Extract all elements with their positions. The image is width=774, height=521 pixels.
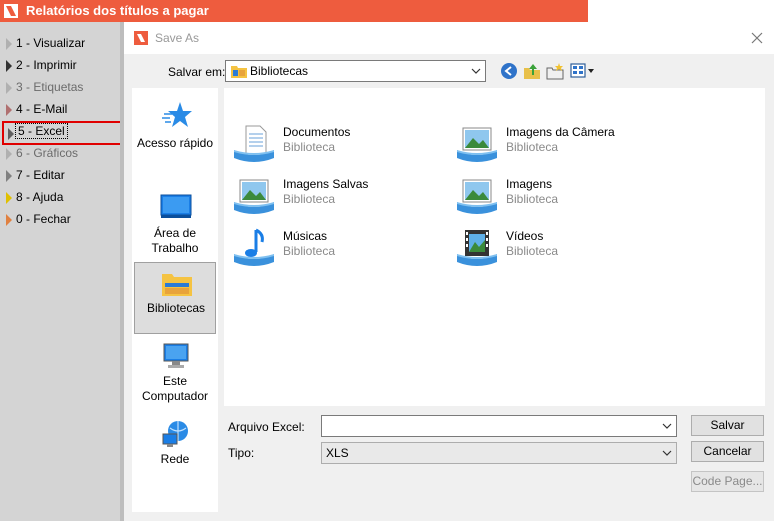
documents-icon bbox=[234, 125, 274, 162]
app-sidebar: 1 - Visualizar 2 - Imprimir 3 - Etiqueta… bbox=[0, 22, 124, 521]
save-as-dialog: Save As Salvar em: Bibliotecas Acesso rá… bbox=[124, 22, 774, 521]
menu-item-email[interactable]: 4 - E-Mail bbox=[6, 100, 120, 120]
saved-pictures-icon bbox=[234, 179, 274, 214]
place-this-pc[interactable]: Este Computador bbox=[134, 338, 216, 410]
triangle-icon bbox=[6, 82, 12, 94]
menu-item-fechar[interactable]: 0 - Fechar bbox=[6, 210, 120, 230]
dialog-logo-icon bbox=[134, 31, 148, 45]
close-button[interactable] bbox=[746, 28, 768, 48]
triangle-icon bbox=[8, 128, 14, 140]
computer-icon bbox=[163, 343, 189, 368]
type-dropdown[interactable]: XLS bbox=[321, 442, 677, 464]
music-icon bbox=[234, 228, 274, 266]
list-item-imagens[interactable]: Imagens Biblioteca bbox=[447, 172, 667, 216]
chevron-down-icon bbox=[662, 423, 672, 429]
menu-item-graficos[interactable]: 6 - Gráficos bbox=[6, 144, 120, 164]
cancel-button[interactable]: Cancelar bbox=[691, 441, 764, 462]
place-libraries[interactable]: Bibliotecas bbox=[134, 262, 216, 334]
triangle-icon bbox=[6, 170, 12, 182]
type-value: XLS bbox=[326, 446, 349, 460]
place-label: Bibliotecas bbox=[146, 301, 206, 315]
libraries-icon bbox=[162, 274, 192, 296]
triangle-icon bbox=[6, 214, 12, 226]
dialog-title: Save As bbox=[155, 31, 200, 45]
list-item-imagens-camera[interactable]: Imagens da Câmera Biblioteca bbox=[447, 120, 667, 164]
dialog-titlebar: Save As bbox=[124, 22, 774, 54]
list-item-musicas[interactable]: Músicas Biblioteca bbox=[224, 224, 444, 268]
videos-icon bbox=[457, 230, 497, 266]
menu-item-etiquetas[interactable]: 3 - Etiquetas bbox=[6, 78, 120, 98]
list-item-videos[interactable]: Vídeos Biblioteca bbox=[447, 224, 667, 268]
list-item-documentos[interactable]: Documentos Biblioteca bbox=[224, 120, 444, 164]
up-folder-icon[interactable] bbox=[523, 62, 541, 80]
app-title: Relatórios dos títulos a pagar bbox=[26, 3, 209, 18]
network-icon bbox=[162, 421, 188, 447]
save-button[interactable]: Salvar bbox=[691, 415, 764, 436]
save-in-dropdown[interactable]: Bibliotecas bbox=[225, 60, 486, 82]
menu-item-editar[interactable]: 7 - Editar bbox=[6, 166, 120, 186]
star-icon bbox=[162, 102, 192, 127]
triangle-icon bbox=[6, 148, 12, 160]
menu-item-imprimir[interactable]: 2 - Imprimir bbox=[6, 56, 120, 76]
triangle-icon bbox=[6, 38, 12, 50]
menu-item-visualizar[interactable]: 1 - Visualizar bbox=[6, 34, 120, 54]
file-list: Documentos Biblioteca Imagens da Câmera … bbox=[224, 88, 765, 406]
chevron-down-icon bbox=[471, 68, 481, 74]
type-label: Tipo: bbox=[228, 446, 255, 460]
chevron-down-icon bbox=[662, 450, 672, 456]
view-menu-icon[interactable] bbox=[570, 62, 596, 80]
place-desktop[interactable]: Área de Trabalho bbox=[134, 186, 216, 258]
pictures-icon bbox=[457, 179, 497, 214]
back-icon[interactable] bbox=[500, 62, 518, 80]
app-titlebar: Relatórios dos títulos a pagar bbox=[0, 0, 588, 22]
save-in-value: Bibliotecas bbox=[250, 64, 309, 78]
places-bar: Acesso rápido Área de Trabalho Bibliotec… bbox=[132, 88, 218, 512]
filename-label: Arquivo Excel: bbox=[228, 420, 305, 434]
desktop-icon bbox=[160, 194, 192, 218]
filename-input[interactable] bbox=[321, 415, 677, 437]
place-label: Este Computador bbox=[141, 374, 209, 403]
place-label: Rede bbox=[160, 452, 190, 466]
save-in-label: Salvar em: bbox=[168, 65, 226, 79]
new-folder-icon[interactable] bbox=[546, 62, 564, 80]
triangle-icon bbox=[6, 104, 12, 116]
triangle-icon bbox=[6, 60, 12, 72]
menu-item-ajuda[interactable]: 8 - Ajuda bbox=[6, 188, 120, 208]
place-quick-access[interactable]: Acesso rápido bbox=[134, 94, 216, 166]
close-icon bbox=[751, 32, 763, 44]
menu-item-excel[interactable]: 5 - Excel bbox=[2, 121, 122, 145]
list-item-imagens-salvas[interactable]: Imagens Salvas Biblioteca bbox=[224, 172, 444, 216]
code-page-button[interactable]: Code Page... bbox=[691, 471, 764, 492]
place-label: Acesso rápido bbox=[136, 136, 214, 150]
place-network[interactable]: Rede bbox=[134, 418, 216, 474]
triangle-icon bbox=[6, 192, 12, 204]
place-label: Área de Trabalho bbox=[151, 226, 199, 255]
libraries-folder-icon bbox=[231, 66, 247, 78]
camera-roll-icon bbox=[457, 127, 497, 162]
app-logo-icon bbox=[4, 4, 18, 18]
